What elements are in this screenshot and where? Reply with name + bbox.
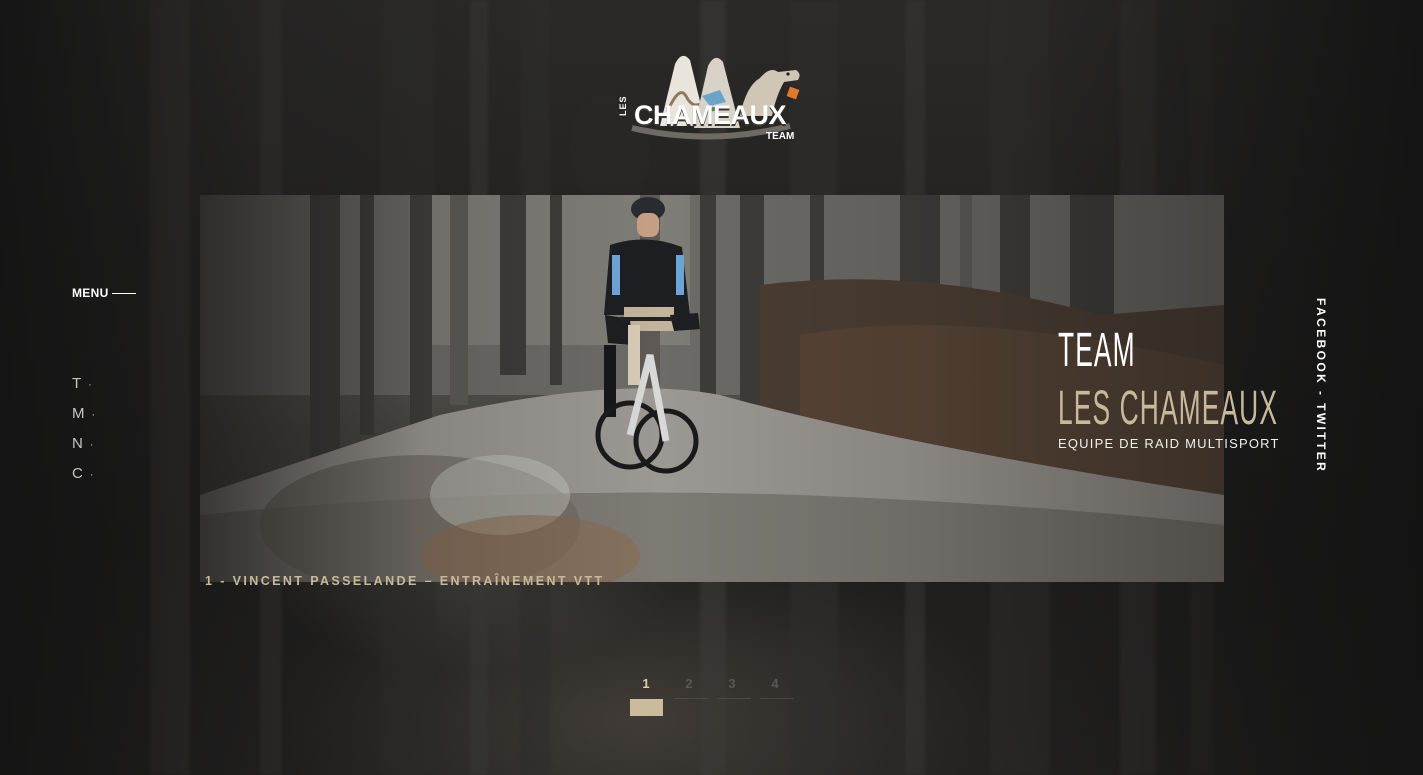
pager-indicator <box>630 699 663 716</box>
logo-les-text: LES <box>618 95 628 116</box>
hero-subtitle: EQUIPE DE RAID MULTISPORT <box>1058 436 1280 451</box>
slide-pager: 1 2 3 4 <box>628 676 800 716</box>
pager-item-2[interactable]: 2 <box>671 676 714 716</box>
pager-number: 3 <box>728 676 736 691</box>
pager-indicator <box>674 698 708 699</box>
side-nav: T · M · N · C · <box>72 374 96 494</box>
twitter-link[interactable]: TWITTER <box>1314 403 1328 473</box>
logo-chameaux-text: CHAMEAUX <box>634 100 787 130</box>
hero-title-team: TEAM <box>1058 324 1136 377</box>
nav-item-c[interactable]: C · <box>72 464 96 494</box>
menu-button-label: MENU <box>72 286 109 300</box>
pager-number: 2 <box>685 676 693 691</box>
pager-number: 4 <box>771 676 779 691</box>
hero-title-block: TEAM LES CHAMEAUX EQUIPE DE RAID MULTISP… <box>1058 322 1423 451</box>
menu-line-icon <box>111 292 136 294</box>
slide-caption: 1 - VINCENT PASSELANDE – ENTRAÎNEMENT VT… <box>205 574 605 588</box>
pager-item-1[interactable]: 1 <box>628 676 671 716</box>
social-separator: - <box>1314 385 1328 404</box>
facebook-link[interactable]: FACEBOOK <box>1314 298 1328 385</box>
menu-button[interactable]: MENU <box>72 286 136 300</box>
social-links: FACEBOOK - TWITTER <box>1308 298 1328 473</box>
pager-indicator <box>760 698 794 699</box>
pager-item-4[interactable]: 4 <box>757 676 800 716</box>
team-logo[interactable]: LES CHAMEAUX TEAM <box>618 46 806 146</box>
nav-item-m[interactable]: M · <box>72 404 96 434</box>
nav-item-t[interactable]: T · <box>72 374 96 404</box>
nav-item-n[interactable]: N · <box>72 434 96 464</box>
hero-title-les-chameaux: LES CHAMEAUX <box>1058 382 1279 435</box>
pager-indicator <box>717 698 751 699</box>
logo-team-text: TEAM <box>766 131 795 142</box>
pager-number: 1 <box>642 676 650 691</box>
pager-item-3[interactable]: 3 <box>714 676 757 716</box>
